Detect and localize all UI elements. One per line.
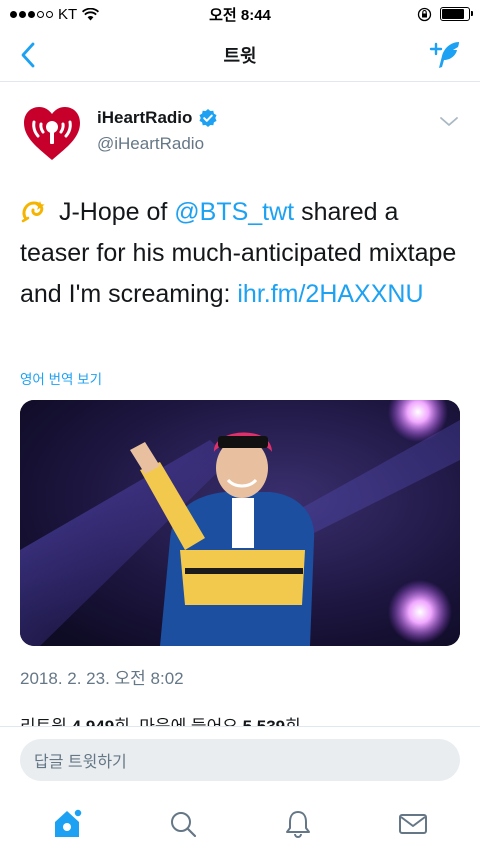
carrier-label: KT [58,5,78,23]
author-handle: @iHeartRadio [97,134,205,153]
author-name-row: iHeartRadio [97,108,218,128]
battery-icon [440,7,473,21]
home-icon [54,808,83,837]
nav-bar: 트윗 [0,28,480,82]
rotation-lock-icon [417,7,432,21]
chevron-left-icon [21,42,35,68]
status-right [417,7,473,22]
tweet-author[interactable]: iHeartRadio @iHeartRadio [20,102,460,172]
compose-button[interactable] [426,38,466,72]
tab-bar [0,794,480,854]
reply-input[interactable]: 답글 트윗하기 [20,739,460,781]
retweet-count[interactable]: 4,949 [72,717,115,726]
translate-link[interactable]: 영어 번역 보기 [20,368,102,388]
messages-icon [398,814,427,834]
like-unit: 회 [285,717,301,726]
wifi-icon [82,7,100,20]
like-count[interactable]: 5,539 [243,717,286,726]
status-left: KT [10,5,100,23]
search-icon [170,812,196,838]
verified-badge-icon [199,109,217,127]
tweet-text-part-1: J-Hope of [52,198,175,226]
tab-messages[interactable] [383,799,443,849]
tweet-photo[interactable] [20,400,460,646]
mention-link[interactable]: @BTS_twt [174,198,294,226]
signal-strength-icon [10,10,53,18]
compose-tweet-icon [429,42,459,68]
back-button[interactable] [14,40,42,70]
notifications-icon [285,811,310,838]
chevron-down-icon[interactable] [438,114,460,130]
reply-bar: 답글 트윗하기 [0,726,480,794]
tab-home[interactable] [38,799,98,849]
dizzy-emoji [21,201,45,223]
tab-search[interactable] [153,799,213,849]
tweet-text: J-Hope of @BTS_twt shared a teaser for h… [20,192,460,315]
author-name: iHeartRadio [97,108,193,127]
status-bar: KT 오전 8:44 [0,0,480,28]
tweet-stats[interactable]: 리트윗 4,949회, 마음에 들어요 5,539회 [20,712,301,726]
retweet-unit: 회, 마음에 들어요 [114,717,242,726]
battery-level [442,9,465,19]
tab-notifications[interactable] [268,799,328,849]
page-title: 트윗 [223,45,257,66]
url-link[interactable]: ihr.fm/2HAXXNU [237,280,423,308]
iheartradio-logo-avatar[interactable] [20,102,84,166]
concert-photo-image [20,400,460,646]
stats-prefix: 리트윗 [20,717,72,726]
tweet-timestamp: 2018. 2. 23. 오전 8:02 [20,669,184,688]
